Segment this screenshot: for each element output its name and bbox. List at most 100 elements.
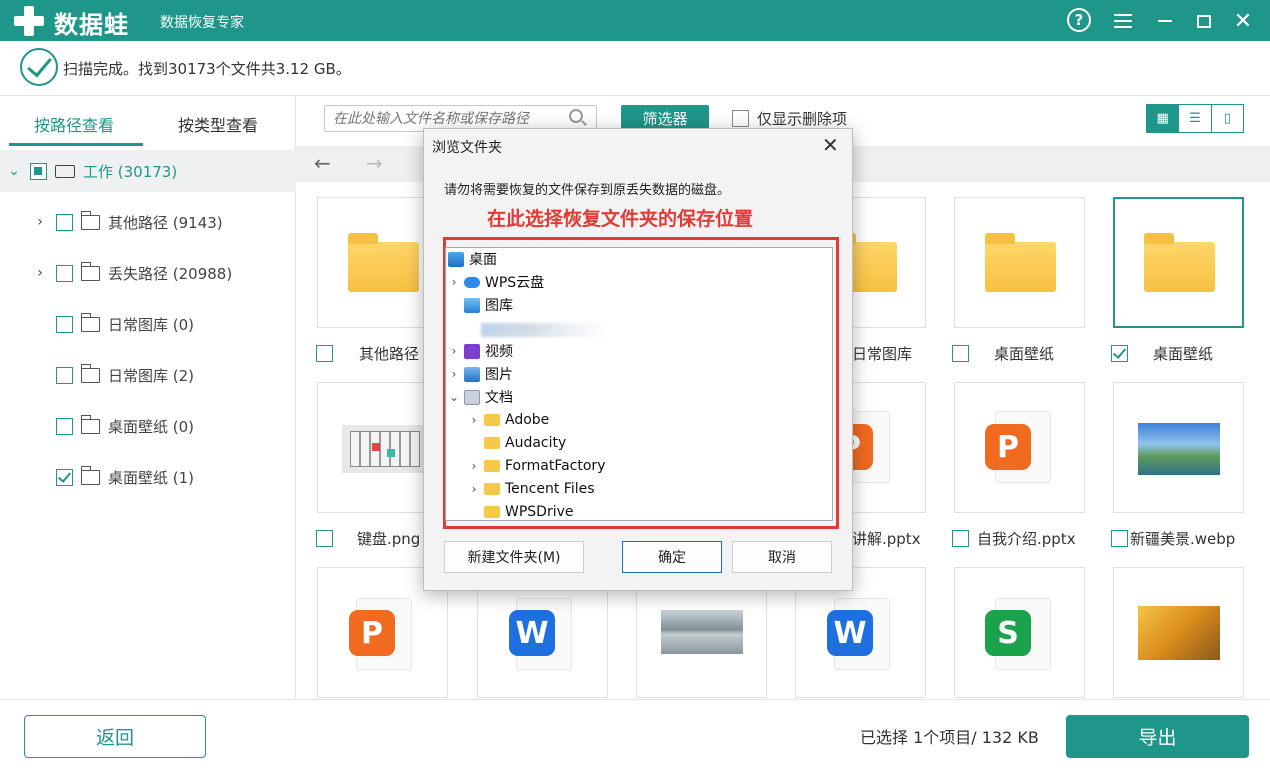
- documents-icon: [464, 389, 480, 405]
- ok-button[interactable]: 确定: [622, 541, 722, 573]
- file-card[interactable]: [1113, 567, 1244, 698]
- deleted-only-checkbox[interactable]: [732, 110, 749, 127]
- close-icon[interactable]: ✕: [1230, 8, 1256, 34]
- tree-item-checkbox[interactable]: [56, 264, 73, 282]
- cancel-button[interactable]: 取消: [732, 541, 832, 573]
- tree-item-wallpaper-1[interactable]: 桌面壁纸 (1): [56, 465, 194, 489]
- dialog-note: 请勿将需要恢复的文件保存到原丢失数据的磁盘。: [444, 183, 731, 198]
- detail-view-icon[interactable]: ▯: [1212, 105, 1243, 132]
- active-tab-indicator: [9, 143, 143, 146]
- file-card-selected[interactable]: [1113, 197, 1244, 328]
- lake-thumbnail: [661, 610, 743, 654]
- brand-name: 数据蛙: [54, 11, 129, 39]
- tree-node-adobe[interactable]: › Adobe: [468, 410, 550, 430]
- dialog-close-icon[interactable]: ✕: [822, 133, 839, 157]
- file-checkbox[interactable]: [952, 530, 969, 547]
- file-card-label[interactable]: 桌面壁纸: [1111, 343, 1213, 364]
- word-icon: W: [509, 610, 555, 656]
- ppt-icon: P: [349, 610, 395, 656]
- tree-node-wpsdrive[interactable]: WPSDrive: [484, 502, 574, 520]
- file-card-label[interactable]: 桌面壁纸: [952, 343, 1054, 364]
- folder-icon: [80, 465, 100, 485]
- view-mode-group: ▦ ☰ ▯: [1146, 104, 1244, 133]
- tree-item-wallpaper-0[interactable]: 桌面壁纸 (0): [56, 414, 194, 438]
- folder-tree[interactable]: 桌面 › WPS云盘 图库 › 视频 › 图片 ⌄ 文档 › Adobe Aud…: [445, 247, 833, 521]
- file-card-label[interactable]: 键盘.png: [316, 528, 420, 549]
- tree-node-formatfactory[interactable]: › FormatFactory: [468, 456, 606, 476]
- tree-node-pictures[interactable]: › 图片: [448, 364, 513, 384]
- folder-icon: [484, 414, 500, 426]
- dialog-title: 浏览文件夹: [432, 140, 502, 156]
- file-card-label[interactable]: 其他路径: [316, 343, 419, 364]
- minimize-icon[interactable]: [1152, 8, 1178, 34]
- tree-node-wps-cloud[interactable]: › WPS云盘: [448, 272, 545, 292]
- root-checkbox[interactable]: [30, 162, 47, 180]
- pictures-icon: [464, 366, 480, 382]
- tree-item-checkbox[interactable]: [56, 468, 73, 486]
- export-button[interactable]: 导出: [1066, 715, 1249, 758]
- selection-info: 已选择 1个项目/ 132 KB: [860, 728, 1039, 747]
- tab-by-type[interactable]: 按类型查看: [178, 112, 258, 136]
- chevron-right-icon[interactable]: ›: [32, 214, 48, 230]
- chevron-right-icon[interactable]: ›: [448, 275, 460, 289]
- file-card-label[interactable]: 自我介绍.pptx: [952, 528, 1076, 549]
- sheet-icon: S: [985, 610, 1031, 656]
- folder-icon: [348, 233, 419, 292]
- tree-node-audacity[interactable]: Audacity: [484, 433, 566, 453]
- deleted-only-toggle[interactable]: 仅显示删除项: [732, 108, 847, 129]
- file-checkbox[interactable]: [952, 345, 969, 362]
- new-folder-button[interactable]: 新建文件夹(M): [444, 541, 584, 573]
- tree-item-label: 丢失路径 (20988): [108, 264, 233, 283]
- chevron-right-icon[interactable]: ›: [32, 265, 48, 281]
- forward-arrow-icon[interactable]: →: [366, 151, 383, 175]
- scan-status-bar: 扫描完成。找到30173个文件共3.12 GB。: [0, 41, 1270, 96]
- menu-icon[interactable]: [1110, 8, 1136, 34]
- folder-icon: [1144, 233, 1215, 292]
- tree-item-daily-gallery-0[interactable]: 日常图库 (0): [56, 312, 194, 336]
- desktop-icon: [448, 251, 464, 267]
- tree-item-daily-gallery-2[interactable]: 日常图库 (2): [56, 363, 194, 387]
- tree-node-documents[interactable]: ⌄ 文档: [448, 387, 513, 407]
- chevron-right-icon[interactable]: ›: [448, 344, 460, 358]
- gallery-icon: [464, 297, 480, 313]
- file-card[interactable]: [954, 197, 1085, 328]
- chevron-down-icon[interactable]: ⌄: [6, 163, 22, 179]
- file-card[interactable]: P: [954, 382, 1085, 513]
- file-card-label[interactable]: 新疆美景.webp: [1111, 528, 1235, 549]
- maximize-icon[interactable]: [1191, 8, 1217, 34]
- tree-item-checkbox[interactable]: [56, 366, 73, 384]
- help-icon[interactable]: ?: [1067, 8, 1091, 32]
- tree-node-desktop[interactable]: 桌面: [448, 249, 497, 269]
- file-checkbox[interactable]: [1111, 345, 1128, 362]
- chevron-right-icon[interactable]: ›: [468, 482, 480, 496]
- tree-root-row[interactable]: ⌄ 工作 (30173): [0, 150, 296, 192]
- back-button[interactable]: 返回: [24, 715, 206, 758]
- file-card[interactable]: [1113, 382, 1244, 513]
- tree-node-videos[interactable]: › 视频: [448, 341, 513, 361]
- grid-view-icon[interactable]: ▦: [1147, 105, 1180, 132]
- tree-item-lost-path[interactable]: › 丢失路径 (20988): [32, 261, 232, 285]
- file-checkbox[interactable]: [316, 345, 333, 362]
- search-icon[interactable]: [569, 109, 583, 123]
- back-arrow-icon[interactable]: ←: [314, 151, 331, 175]
- sidebar: 按路径查看 按类型查看 ⌄ 工作 (30173) › 其他路径 (9143) ›…: [0, 96, 296, 699]
- file-card[interactable]: S: [954, 567, 1085, 698]
- tab-by-path[interactable]: 按路径查看: [34, 112, 114, 136]
- tree-item-checkbox[interactable]: [56, 417, 73, 435]
- tree-item-checkbox[interactable]: [56, 213, 73, 231]
- list-view-icon[interactable]: ☰: [1179, 105, 1212, 132]
- dialog-hint: 在此选择恢复文件夹的保存位置: [487, 208, 754, 230]
- tree-node-gallery[interactable]: 图库: [464, 295, 513, 315]
- file-checkbox[interactable]: [316, 530, 333, 547]
- folder-icon: [484, 506, 500, 518]
- chevron-down-icon[interactable]: ⌄: [448, 390, 460, 404]
- chevron-right-icon[interactable]: ›: [468, 459, 480, 473]
- tree-node-tencent-files[interactable]: › Tencent Files: [468, 479, 595, 499]
- tree-item-checkbox[interactable]: [56, 315, 73, 333]
- autumn-thumbnail: [1138, 606, 1220, 660]
- title-bar: 数据蛙 数据恢复专家 ? ✕: [0, 0, 1270, 41]
- chevron-right-icon[interactable]: ›: [448, 367, 460, 381]
- tree-item-other-path[interactable]: › 其他路径 (9143): [32, 210, 223, 234]
- chevron-right-icon[interactable]: ›: [468, 413, 480, 427]
- file-checkbox[interactable]: [1111, 530, 1128, 547]
